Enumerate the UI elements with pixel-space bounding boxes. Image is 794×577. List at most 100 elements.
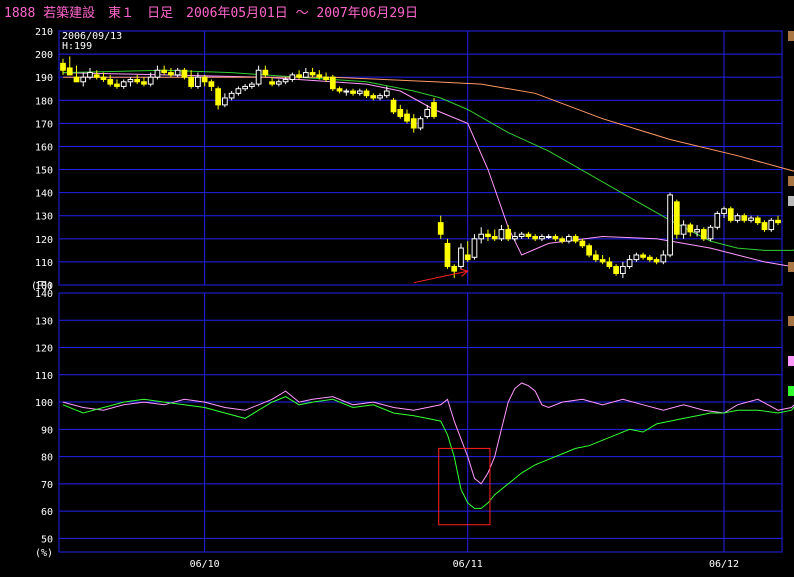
- candle-body-down: [646, 256, 653, 261]
- candle-body-up: [282, 78, 289, 83]
- candle-body-down: [141, 81, 147, 85]
- price-panel-frame: [58, 30, 783, 286]
- candle-body-up: [80, 76, 87, 83]
- candle-body-down: [73, 76, 80, 83]
- candle-body-up: [343, 90, 350, 93]
- candle-body-down: [208, 81, 215, 87]
- candle-body-up: [545, 236, 552, 239]
- candle-body-down: [653, 259, 660, 263]
- moving-average-line-ma_mid: [62, 69, 794, 251]
- oscillator-y-tick-label: 130: [35, 316, 53, 327]
- candle-body-up: [302, 72, 309, 78]
- candle-body-up: [249, 83, 255, 87]
- candle-body-down: [66, 67, 73, 76]
- candle-body-up: [289, 74, 296, 80]
- side-marker: [788, 386, 794, 396]
- candle-body-down: [404, 113, 410, 122]
- candle-body-up: [120, 81, 127, 87]
- candle-body-down: [215, 88, 222, 106]
- price-y-tick-label: 180: [35, 96, 53, 107]
- side-marker: [788, 176, 794, 186]
- candle-body-up: [633, 254, 640, 261]
- candle-body-up: [383, 90, 390, 97]
- side-marker: [788, 31, 794, 41]
- candle-body-down: [350, 90, 356, 94]
- x-tick-label: 06/10: [190, 559, 220, 570]
- candle-body-up: [87, 72, 93, 78]
- candle-body-down: [552, 236, 559, 240]
- candle-body-down: [201, 76, 208, 83]
- candle-body-down: [134, 78, 141, 83]
- candle-body-up: [539, 236, 545, 240]
- candle-body-up: [478, 233, 485, 240]
- price-y-tick-label: 130: [35, 212, 53, 223]
- candle-body-down: [269, 81, 275, 85]
- candle-body-up: [707, 226, 714, 240]
- candle-body-down: [491, 236, 498, 240]
- side-marker: [788, 196, 794, 206]
- side-marker: [788, 316, 794, 326]
- candle-body-up: [667, 194, 673, 256]
- oscillator-y-tick-label: 140: [35, 289, 53, 300]
- candle-body-up: [619, 266, 626, 274]
- candle-body-up: [228, 92, 235, 99]
- candle-body-up: [721, 208, 727, 214]
- oscillator-unit-label: (%): [35, 548, 53, 559]
- candle-body-down: [188, 76, 195, 87]
- side-marker: [788, 356, 794, 366]
- candle-body-down: [559, 238, 566, 242]
- candle-body-down: [296, 74, 302, 78]
- candle-body-up: [471, 238, 478, 258]
- candle-body-down: [640, 254, 646, 258]
- candle-body-down: [741, 215, 748, 221]
- price-y-tick-label: 210: [35, 27, 53, 38]
- price-y-tick-label: 200: [35, 50, 53, 61]
- candle-body-down: [673, 201, 680, 235]
- price-y-tick-label: 170: [35, 119, 53, 130]
- candle-body-up: [417, 118, 424, 129]
- oscillator-y-tick-label: 120: [35, 344, 53, 355]
- candle-body-down: [586, 245, 592, 256]
- candle-body-up: [154, 69, 161, 78]
- candle-body-down: [754, 217, 761, 224]
- candle-body-down: [606, 261, 613, 268]
- candle-body-down: [431, 102, 437, 117]
- high-value-annotation: H:199: [62, 41, 92, 52]
- candle-body-up: [235, 88, 242, 94]
- candle-body-up: [518, 233, 525, 238]
- candle-body-down: [464, 254, 471, 261]
- price-y-tick-label: 150: [35, 166, 53, 177]
- candle-body-down: [397, 109, 404, 117]
- oscillator-y-tick-label: 90: [41, 425, 53, 436]
- candle-body-up: [127, 78, 134, 83]
- price-y-tick-label: 120: [35, 235, 53, 246]
- candle-body-down: [532, 236, 539, 240]
- candle-body-up: [626, 259, 633, 268]
- candle-body-down: [410, 118, 417, 129]
- oscillator-line-pink: [62, 382, 794, 485]
- oscillator-panel-frame: [58, 292, 783, 553]
- candle-body-down: [336, 88, 343, 92]
- candle-body-down: [390, 99, 397, 113]
- candle-body-down: [505, 229, 512, 240]
- candle-body-down: [329, 76, 336, 90]
- candle-body-up: [660, 254, 667, 263]
- candle-body-down: [775, 219, 781, 224]
- price-y-tick-label: 110: [35, 258, 53, 269]
- candle-body-up: [498, 229, 505, 240]
- candle-body-down: [100, 76, 107, 80]
- moving-average-line-ma_long: [63, 76, 794, 172]
- candle-body-down: [451, 266, 458, 272]
- candle-body-up: [255, 69, 262, 85]
- candle-body-down: [370, 95, 377, 99]
- side-marker: [788, 262, 794, 272]
- oscillator-y-tick-label: 60: [41, 507, 53, 518]
- candle-body-up: [680, 224, 687, 235]
- price-y-tick-label: 160: [35, 142, 53, 153]
- candle-body-down: [727, 208, 734, 221]
- candle-body-up: [768, 219, 775, 231]
- candle-body-down: [525, 233, 532, 238]
- candle-body-down: [168, 72, 174, 76]
- candle-body-down: [444, 242, 451, 268]
- candle-body-down: [593, 254, 599, 261]
